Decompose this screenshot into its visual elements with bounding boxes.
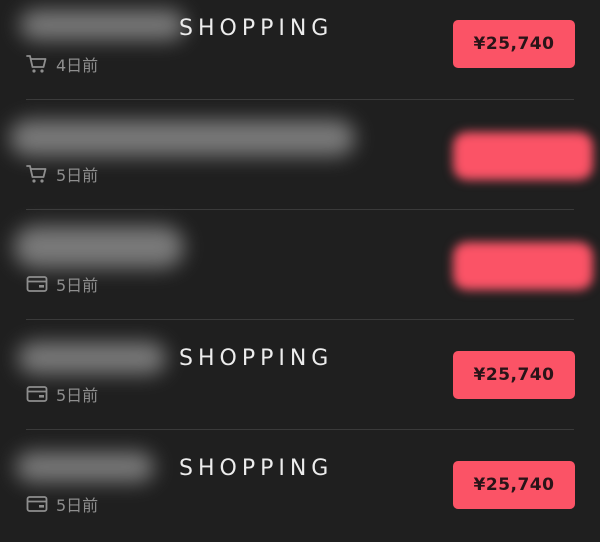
item-meta: 5日前 xyxy=(26,492,98,516)
divider xyxy=(26,209,574,210)
price-badge-redacted[interactable] xyxy=(453,242,593,290)
cart-icon xyxy=(26,164,48,184)
item-time: 5日前 xyxy=(56,166,99,185)
wallet-icon xyxy=(26,494,48,514)
redacted-name xyxy=(16,452,154,482)
item-meta: 5日前 xyxy=(26,272,98,296)
item-title: SHOPPING xyxy=(179,346,334,371)
price-badge[interactable]: ¥25,740 xyxy=(453,351,575,399)
wallet-icon xyxy=(26,384,48,404)
price-badge[interactable]: ¥25,740 xyxy=(453,20,575,68)
item-time: 5日前 xyxy=(56,276,99,295)
divider xyxy=(26,319,574,320)
list-item[interactable]: SHOPPING 4日前 ¥25,740 xyxy=(0,0,600,110)
item-time: 5日前 xyxy=(56,496,99,515)
cart-icon xyxy=(26,54,48,74)
price-badge[interactable]: ¥25,740 xyxy=(453,461,575,509)
list-item[interactable]: 5日前 xyxy=(0,110,600,220)
wallet-icon xyxy=(26,274,48,294)
list-item[interactable]: SHOPPING 5日前 ¥25,740 xyxy=(0,440,600,542)
price-badge-redacted[interactable] xyxy=(453,132,593,180)
list-item[interactable]: SHOPPING 5日前 ¥25,740 xyxy=(0,330,600,440)
item-title: SHOPPING xyxy=(179,16,334,41)
redacted-name xyxy=(18,342,166,374)
item-title: SHOPPING xyxy=(179,456,334,481)
redacted-name xyxy=(20,10,185,40)
divider xyxy=(26,99,574,100)
divider xyxy=(26,429,574,430)
item-meta: 5日前 xyxy=(26,382,98,406)
item-time: 4日前 xyxy=(56,56,99,75)
item-time: 5日前 xyxy=(56,386,99,405)
redacted-name xyxy=(10,120,355,156)
list-item[interactable]: 5日前 xyxy=(0,220,600,330)
item-meta: 4日前 xyxy=(26,52,98,76)
item-meta: 5日前 xyxy=(26,162,98,186)
transaction-list: SHOPPING 4日前 ¥25,740 5日前 5日前 SHOPPING 5日… xyxy=(0,0,600,542)
redacted-name xyxy=(14,226,184,268)
